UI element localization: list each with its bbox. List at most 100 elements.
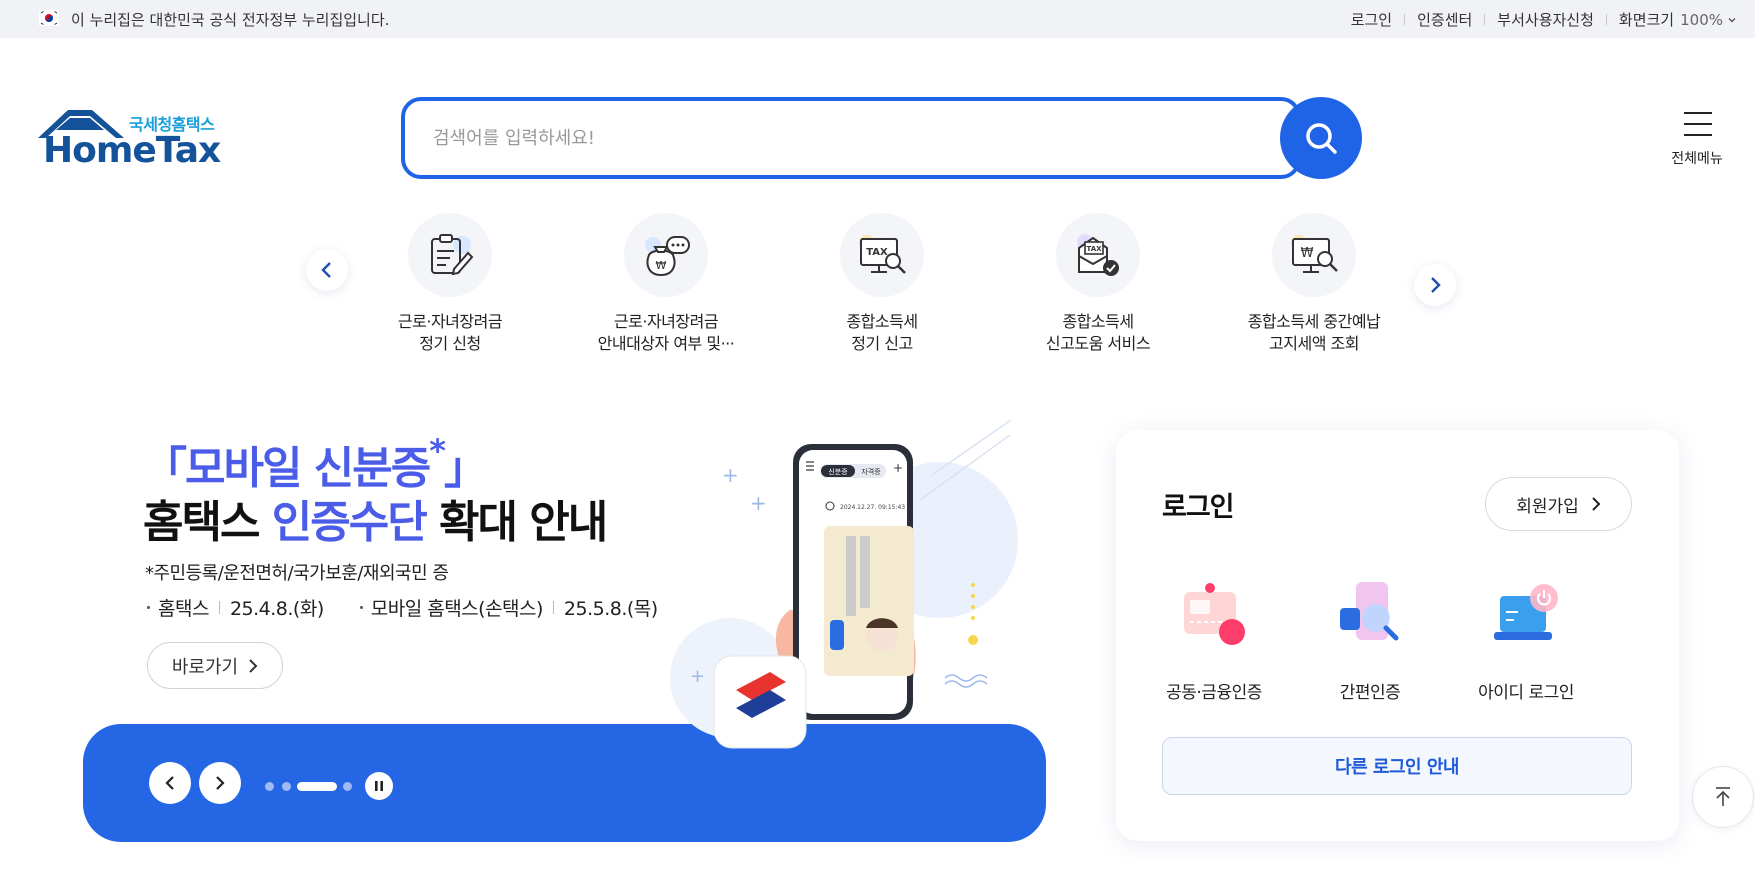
svg-text:₩: ₩: [656, 259, 667, 272]
quick-service-line2: 정기 신청: [419, 334, 481, 353]
banner-title-star: *: [429, 432, 446, 470]
svg-text:TAX: TAX: [866, 247, 888, 258]
logo-wordmark: HomeTax: [43, 130, 221, 171]
divider: [1605, 14, 1607, 25]
quick-service-line1: 근로·자녀장려금: [613, 312, 719, 331]
zoom-control[interactable]: 화면크기 100%: [1619, 9, 1737, 30]
svg-text:+: +: [690, 666, 705, 687]
gov-top-bar: 이 누리집은 대한민국 공식 전자정부 누리집입니다. 로그인 인증센터 부서사…: [0, 0, 1755, 38]
svg-text:+: +: [893, 461, 903, 475]
banner-item1-label: 홈택스: [158, 598, 209, 620]
phone-tab-license: 자격증: [861, 467, 881, 476]
mobile-id-illustration: + + + 신분증 자격증 + 2024.12.27. 09:15:43: [670, 420, 1018, 749]
zoom-value: 100%: [1680, 10, 1723, 29]
slide-indicator[interactable]: [282, 782, 291, 791]
id-login-option[interactable]: 아이디 로그인: [1456, 580, 1596, 703]
login-title: 로그인: [1162, 492, 1235, 523]
hometax-logo[interactable]: 국세청홈택스 HomeTax: [36, 108, 226, 171]
phone-timestamp: 2024.12.27. 09:15:43: [840, 504, 905, 511]
quick-service-item[interactable]: TAX 종합소득세 정기 신고: [792, 213, 972, 355]
joint-financial-cert-option[interactable]: 공동·금융인증: [1144, 580, 1284, 703]
bullet: [147, 606, 150, 609]
quick-service-line1: 근로·자녀장려금: [397, 312, 503, 331]
banner-title2-a: 홈택스: [143, 497, 272, 548]
quick-service-line1: 종합소득세 중간예납: [1247, 312, 1381, 331]
search-button[interactable]: [1280, 97, 1362, 179]
search-input[interactable]: [433, 123, 1213, 153]
simple-auth-option[interactable]: 간편인증: [1300, 580, 1440, 703]
svg-text:₩: ₩: [1301, 246, 1314, 261]
certificate-card-icon: [1184, 583, 1245, 645]
banner-item2-label: 모바일 홈택스(손택스): [370, 598, 544, 620]
login-link[interactable]: 로그인: [1351, 9, 1392, 30]
gov-notice-text: 이 누리집은 대한민국 공식 전자정부 누리집입니다.: [71, 11, 390, 29]
chevron-right-icon: [1431, 277, 1441, 293]
login-card: 로그인 회원가입 공동·금융인증 간편인증 아이디 로그인 다른 로그인 안내: [1116, 430, 1679, 841]
banner-title2-highlight: 인증수단: [271, 497, 428, 548]
chevron-left-icon: [321, 262, 331, 278]
zoom-label: 화면크기: [1618, 11, 1675, 29]
cert-center-link[interactable]: 인증센터: [1417, 9, 1472, 30]
banner-item2-date: 25.5.8.(목): [563, 598, 658, 620]
quick-prev-button[interactable]: [306, 249, 348, 291]
quick-service-item[interactable]: 근로·자녀장려금 정기 신청: [360, 213, 540, 355]
utility-links: 로그인 인증센터 부서사용자신청 화면크기 100%: [1351, 9, 1737, 30]
quick-next-button[interactable]: [1414, 264, 1456, 306]
slide-indicator[interactable]: [265, 782, 274, 791]
search-box: [401, 97, 1301, 179]
quick-service-item[interactable]: TAX 종합소득세 신고도움 서비스: [1008, 213, 1188, 355]
pause-icon: [375, 781, 383, 791]
banner-next-button[interactable]: [199, 762, 241, 804]
all-menu-label: 전체메뉴: [1671, 151, 1723, 167]
svg-text:TAX: TAX: [1086, 245, 1102, 253]
quick-service-line2: 안내대상자 여부 및···: [597, 334, 735, 353]
won-monitor-search-icon: ₩: [1272, 213, 1356, 297]
quick-service-line1: 종합소득세: [1062, 312, 1134, 331]
banner-title2-b: 확대 안내: [425, 497, 608, 548]
signup-label: 회원가입: [1516, 496, 1579, 517]
chevron-right-icon: [216, 776, 225, 790]
banner-pause-button[interactable]: [365, 772, 393, 800]
hamburger-icon: [1684, 112, 1712, 136]
divider: [552, 601, 554, 614]
banner-go-button[interactable]: 바로가기: [147, 642, 283, 689]
quick-service-line2: 고지세액 조회: [1269, 334, 1359, 353]
svg-text:+: +: [722, 463, 739, 487]
banner-item1-date: 25.4.8.(화): [229, 598, 324, 620]
slide-indicator-active[interactable]: [297, 782, 337, 791]
document-edit-icon: [408, 213, 492, 297]
quick-service-line2: 신고도움 서비스: [1045, 334, 1151, 353]
divider: [1404, 14, 1406, 25]
money-bag-chat-icon: ₩: [624, 213, 708, 297]
tax-document-check-icon: TAX: [1056, 213, 1140, 297]
banner-dates: 홈택스 25.4.8.(화) 모바일 홈택스(손택스) 25.5.8.(목): [147, 594, 658, 621]
option-label: 아이디 로그인: [1478, 683, 1574, 703]
divider: [218, 601, 220, 614]
banner-go-label: 바로가기: [171, 656, 239, 678]
quick-service-line2: 정기 신고: [851, 334, 913, 353]
chevron-down-icon: [1728, 17, 1736, 22]
scroll-top-button[interactable]: [1692, 766, 1754, 828]
chevron-left-icon: [165, 776, 174, 790]
laptop-power-icon: [1494, 584, 1558, 640]
phone-tab-id: 신분증: [828, 467, 848, 476]
quick-service-line1: 종합소득세: [846, 312, 918, 331]
korea-flag-icon: [39, 10, 59, 26]
slide-indicator[interactable]: [343, 782, 352, 791]
all-menu-button[interactable]: 전체메뉴: [1664, 108, 1730, 168]
banner-title-line2: 홈택스 인증수단 확대 안내: [143, 486, 608, 550]
chevron-right-icon: [1592, 497, 1601, 511]
banner-note: *주민등록/운전면허/국가보훈/재외국민 증: [145, 563, 449, 584]
divider: [1484, 14, 1486, 25]
dept-user-apply-link[interactable]: 부서사용자신청: [1497, 9, 1594, 30]
bullet: [359, 606, 363, 609]
svg-text:+: +: [750, 491, 767, 515]
banner-prev-button[interactable]: [149, 762, 191, 804]
quick-service-item[interactable]: ₩ 종합소득세 중간예납 고지세액 조회: [1224, 213, 1404, 355]
quick-service-item[interactable]: ₩ 근로·자녀장려금 안내대상자 여부 및···: [576, 213, 756, 355]
other-login-guide-button[interactable]: 다른 로그인 안내: [1162, 737, 1632, 795]
signup-button[interactable]: 회원가입: [1485, 477, 1632, 531]
simple-auth-search-icon: [1340, 582, 1399, 641]
arrow-up-icon: [1716, 787, 1730, 806]
search-icon: [1306, 123, 1337, 154]
